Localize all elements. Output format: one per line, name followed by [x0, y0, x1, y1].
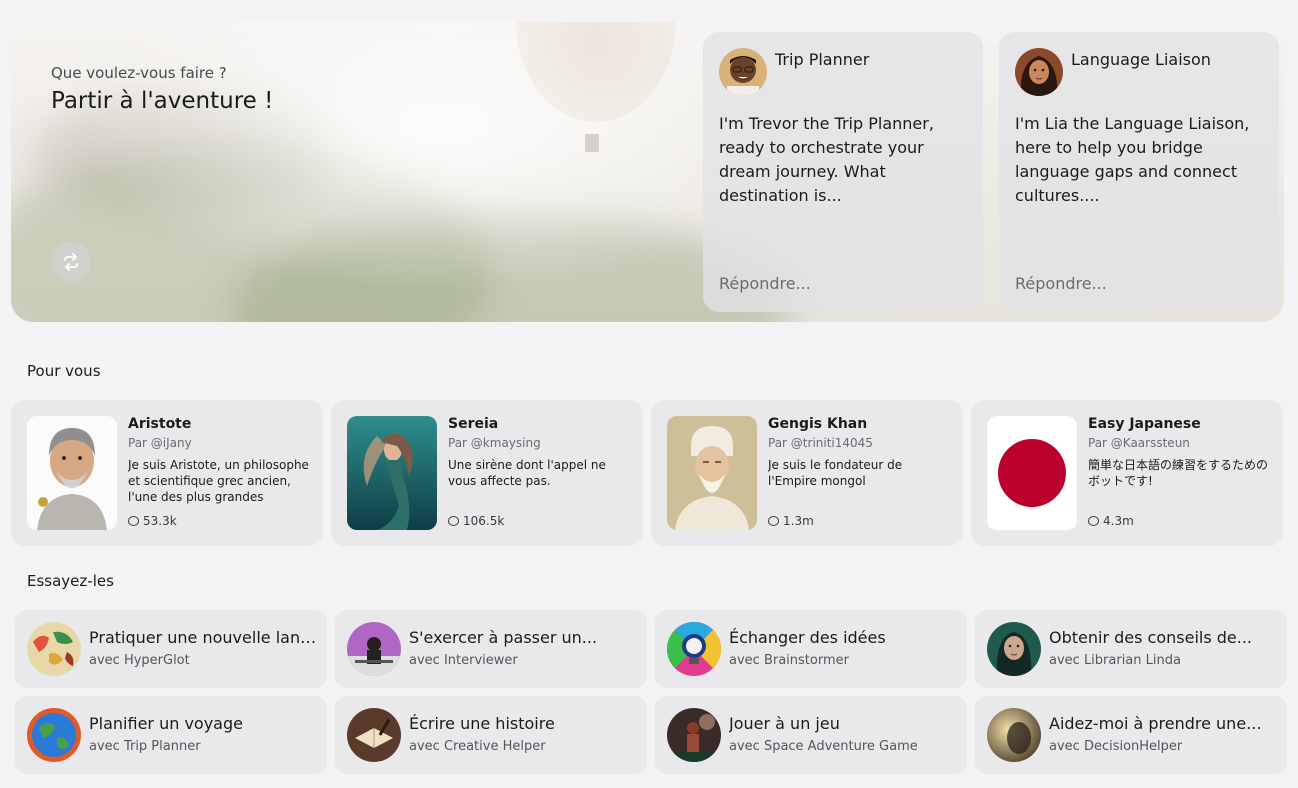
balloon-basket-image — [585, 134, 599, 152]
try-card-title: Obtenir des conseils de... — [1049, 628, 1253, 647]
aristote-portrait — [27, 416, 117, 530]
try-card-librarian-linda[interactable]: Obtenir des conseils de... avec Libraria… — [975, 610, 1287, 688]
try-card-bot: avec Trip Planner — [89, 739, 201, 754]
japan-flag-image — [987, 416, 1077, 530]
bot-description: Je suis le fondateur de l'Empire mongol — [768, 458, 903, 488]
hero-card-description: I'm Trevor the Trip Planner, ready to or… — [719, 114, 934, 205]
try-card-hyperglot[interactable]: Pratiquer une nouvelle langue avec Hyper… — [15, 610, 327, 688]
hero-prompt: Que voulez-vous faire ? — [51, 64, 227, 82]
try-card-title: Échanger des idées — [729, 628, 886, 647]
space-adventure-avatar — [667, 708, 721, 762]
decisionhelper-avatar — [987, 708, 1041, 762]
bot-author: Par @kmaysing — [448, 436, 541, 450]
bot-name: Gengis Khan — [768, 416, 868, 432]
bot-message-count: 106.5k — [448, 514, 504, 528]
bot-author: Par @triniti14045 — [768, 436, 873, 450]
hero-card-description: I'm Lia the Language Liaison, here to he… — [1015, 114, 1250, 205]
chat-bubble-icon — [448, 516, 459, 526]
bot-count-value: 106.5k — [463, 514, 505, 528]
bot-message-count: 53.3k — [128, 514, 177, 528]
gengis-khan-portrait — [667, 416, 757, 530]
bot-card-sereia[interactable]: Sereia Par @kmaysing Une sirène dont l'a… — [331, 400, 643, 546]
bot-author: Par @iJany — [128, 436, 192, 450]
chat-bubble-icon — [1088, 516, 1099, 526]
try-card-bot: avec Librarian Linda — [1049, 653, 1181, 668]
try-card-title: S'exercer à passer un... — [409, 628, 598, 647]
section-title-for-you: Pour vous — [27, 362, 101, 380]
sereia-portrait — [347, 416, 437, 530]
bot-name: Easy Japanese — [1088, 416, 1201, 432]
bot-card-aristote[interactable]: Aristote Par @iJany Je suis Aristote, un… — [11, 400, 323, 546]
try-card-bot: avec Space Adventure Game — [729, 739, 918, 754]
bot-count-value: 53.3k — [143, 514, 177, 528]
try-card-title: Écrire une histoire — [409, 714, 555, 733]
bot-card-gengis-khan[interactable]: Gengis Khan Par @triniti14045 Je suis le… — [651, 400, 963, 546]
try-card-title: Jouer à un jeu — [729, 714, 840, 733]
try-card-bot: avec Creative Helper — [409, 739, 546, 754]
hero-banner: Que voulez-vous faire ? Partir à l'avent… — [11, 22, 1284, 322]
hero-card-name: Language Liaison — [1071, 50, 1211, 69]
try-card-brainstormer[interactable]: Échanger des idées avec Brainstormer — [655, 610, 967, 688]
hyperglot-avatar — [27, 622, 81, 676]
try-card-title: Aidez-moi à prendre une... — [1049, 714, 1262, 733]
section-title-try-these: Essayez-les — [27, 572, 114, 590]
try-card-bot: avec Brainstormer — [729, 653, 849, 668]
try-card-title: Planifier un voyage — [89, 714, 243, 733]
try-card-bot: avec HyperGlot — [89, 653, 190, 668]
bot-description: Une sirène dont l'appel ne vous affecte … — [448, 458, 606, 488]
bot-author: Par @Kaarssteun — [1088, 436, 1190, 450]
try-card-bot: avec DecisionHelper — [1049, 739, 1183, 754]
try-card-decisionhelper[interactable]: Aidez-moi à prendre une... avec Decision… — [975, 696, 1287, 774]
bot-count-value: 4.3m — [1103, 514, 1134, 528]
creative-helper-avatar — [347, 708, 401, 762]
bot-card-easy-japanese[interactable]: Easy Japanese Par @Kaarssteun 簡単な日本語の練習を… — [971, 400, 1283, 546]
hero-bot-card-language-liaison[interactable]: Language Liaison I'm Lia the Language Li… — [999, 32, 1279, 312]
hero-title: Partir à l'aventure ! — [51, 88, 274, 114]
refresh-button[interactable] — [51, 242, 91, 282]
try-card-interviewer[interactable]: S'exercer à passer un... avec Interviewe… — [335, 610, 647, 688]
reply-input[interactable]: Répondre... — [719, 274, 811, 293]
bot-name: Sereia — [448, 416, 499, 432]
try-card-space-adventure[interactable]: Jouer à un jeu avec Space Adventure Game — [655, 696, 967, 774]
bot-name: Aristote — [128, 416, 192, 432]
brainstormer-avatar — [667, 622, 721, 676]
reply-input[interactable]: Répondre... — [1015, 274, 1107, 293]
hero-card-name: Trip Planner — [775, 50, 870, 69]
try-card-title: Pratiquer une nouvelle langue — [89, 628, 321, 647]
try-card-trip-planner[interactable]: Planifier un voyage avec Trip Planner — [15, 696, 327, 774]
language-liaison-avatar — [1015, 48, 1063, 96]
try-card-creative-helper[interactable]: Écrire une histoire avec Creative Helper — [335, 696, 647, 774]
bot-count-value: 1.3m — [783, 514, 814, 528]
refresh-icon — [64, 253, 78, 271]
chat-bubble-icon — [768, 516, 779, 526]
bot-message-count: 4.3m — [1088, 514, 1134, 528]
bot-description: Je suis Aristote, un philosophe et scien… — [128, 458, 309, 504]
interviewer-avatar — [347, 622, 401, 676]
globe-avatar — [27, 708, 81, 762]
bot-message-count: 1.3m — [768, 514, 814, 528]
librarian-linda-avatar — [987, 622, 1041, 676]
chat-bubble-icon — [128, 516, 139, 526]
trip-planner-avatar — [719, 48, 767, 96]
hero-bot-card-trip-planner[interactable]: Trip Planner I'm Trevor the Trip Planner… — [703, 32, 983, 312]
try-card-bot: avec Interviewer — [409, 653, 518, 668]
bot-description: 簡単な日本語の練習をするためのボットです! — [1088, 458, 1269, 488]
